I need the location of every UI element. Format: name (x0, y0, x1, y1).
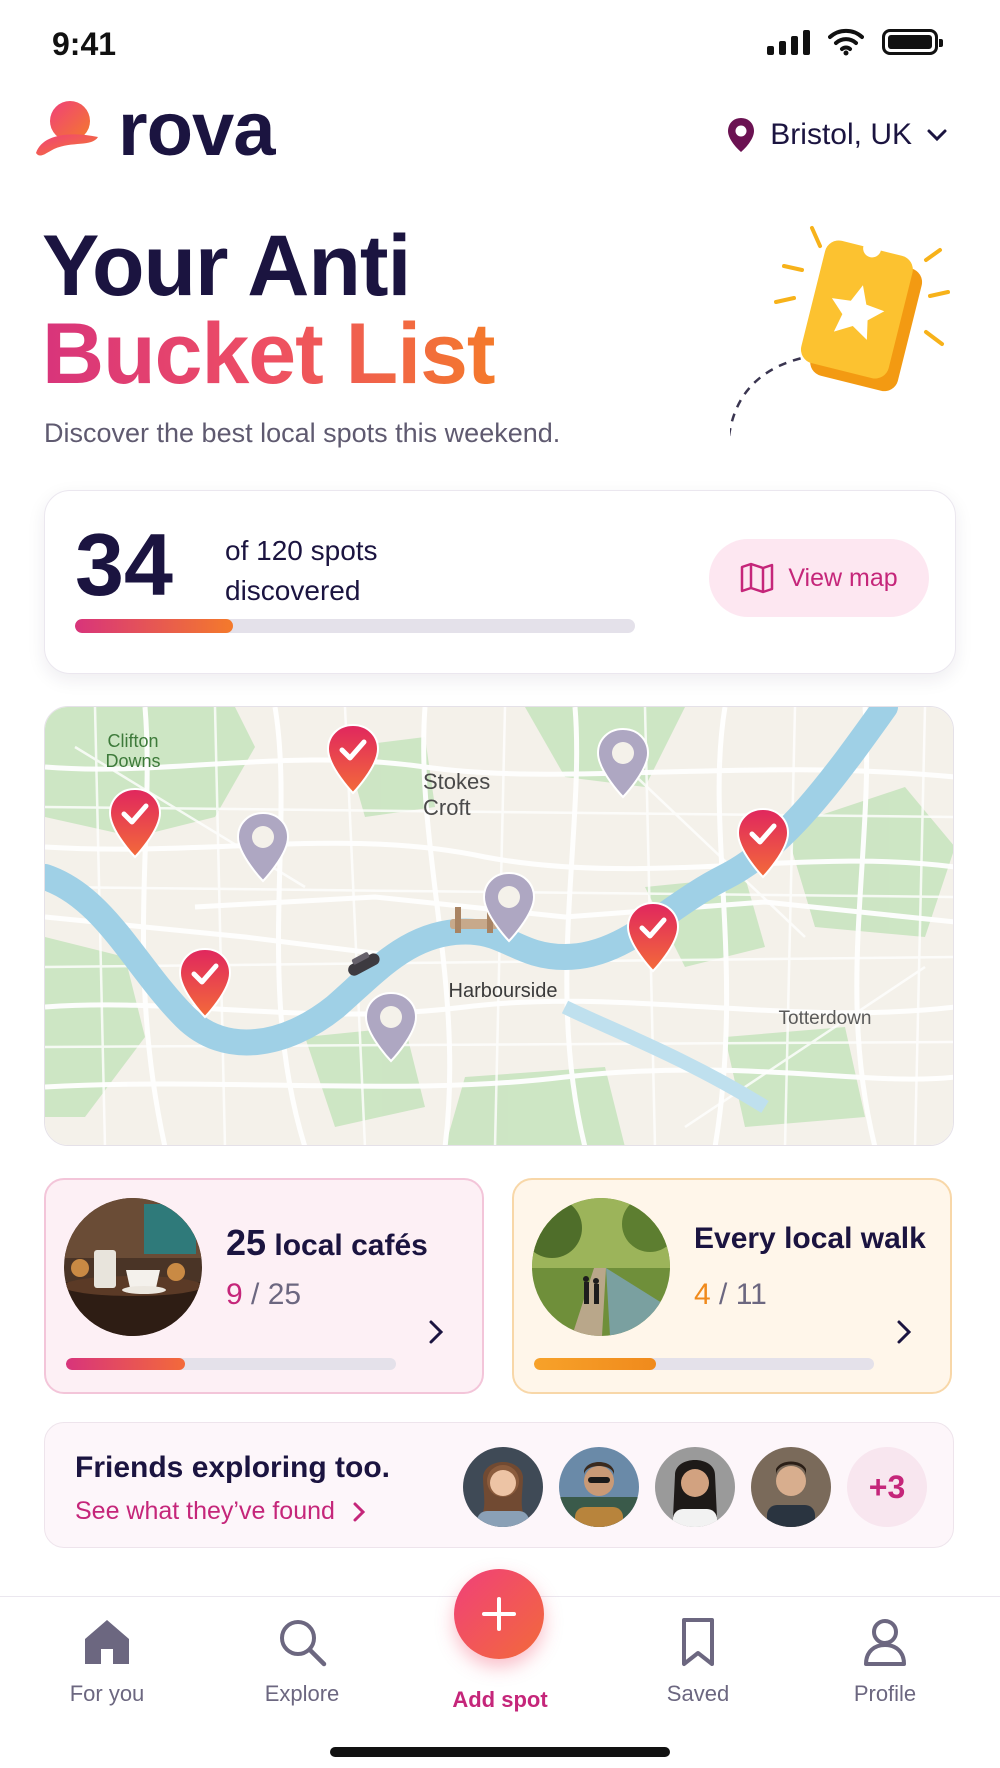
spots-discovered-count: 34 (75, 515, 173, 614)
walks-total: 11 (735, 1278, 767, 1311)
home-indicator (330, 1747, 670, 1757)
nav-explore[interactable]: Explore (227, 1615, 377, 1707)
nav-saved[interactable]: Saved (623, 1615, 773, 1707)
location-label: Bristol, UK (770, 118, 912, 151)
map-icon (741, 562, 774, 594)
chevron-right-icon (429, 1320, 444, 1344)
spots-caption-line1: of 120 spots (225, 535, 378, 566)
plus-icon (482, 1597, 516, 1631)
category-card-walks[interactable]: Every local walk 4 / 11 (512, 1178, 952, 1394)
spots-caption-line2: discovered (225, 575, 361, 606)
visited-map-pin-icon[interactable] (325, 723, 381, 797)
unvisited-map-pin-icon[interactable] (363, 991, 419, 1065)
chevron-right-icon (897, 1320, 912, 1344)
nav-label-profile: Profile (853, 1681, 917, 1706)
location-pin-icon (728, 118, 755, 152)
wifi-icon (828, 28, 864, 56)
ticket-star-illustration (730, 226, 950, 437)
chevron-right-icon (353, 1502, 366, 1521)
cafes-count: 25 (226, 1222, 267, 1263)
friends-link[interactable]: See what they’ve found (75, 1497, 367, 1526)
visited-map-pin-icon[interactable] (735, 807, 791, 881)
nav-label-saved: Saved (666, 1681, 730, 1706)
discovery-progress-bar (75, 619, 635, 633)
cafes-title: 25 local cafés (226, 1222, 428, 1264)
visited-map-pin-icon[interactable] (107, 787, 163, 861)
view-map-label: View map (788, 563, 898, 592)
chevron-down-icon (927, 129, 947, 142)
map-label-clifton-line2: Downs (105, 751, 160, 771)
status-time: 9:41 (52, 26, 117, 62)
friends-link-label: See what they’ve found (75, 1497, 335, 1525)
cafes-done: 9 (226, 1278, 243, 1311)
nav-label-add-spot[interactable]: Add spot (425, 1687, 575, 1713)
nav-for-you[interactable]: For you (32, 1615, 182, 1707)
unvisited-map-pin-icon[interactable] (595, 727, 651, 801)
spots-caption: of 120 spots discovered (225, 531, 425, 611)
add-spot-button[interactable] (454, 1569, 544, 1659)
visited-map-pin-icon[interactable] (625, 901, 681, 975)
map-label-stokes-line2: Croft (423, 795, 471, 820)
brand-name: rova (118, 87, 276, 172)
hero-subtitle: Discover the best local spots this weeke… (44, 418, 561, 448)
nav-label-explore: Explore (264, 1681, 340, 1706)
map-label-clifton-line1: Clifton (107, 731, 158, 751)
friends-title: Friends exploring too. (75, 1451, 391, 1484)
walks-done: 4 (694, 1278, 711, 1311)
cafes-total: 25 (267, 1278, 302, 1311)
spots-map[interactable]: Clifton Downs Stokes Croft Harbourside T… (44, 706, 954, 1146)
avatar[interactable] (559, 1447, 639, 1527)
walks-progress-text: 4 / 11 (694, 1278, 767, 1311)
search-icon (280, 1620, 327, 1667)
walks-title: Every local walk (694, 1222, 926, 1255)
status-bar: 9:41 (0, 0, 1000, 90)
avatar[interactable] (463, 1447, 543, 1527)
cafes-progress-fill (66, 1358, 185, 1370)
view-map-button[interactable]: View map (709, 539, 929, 617)
avatar[interactable] (655, 1447, 735, 1527)
avatar[interactable] (751, 1447, 831, 1527)
unvisited-map-pin-icon[interactable] (481, 871, 537, 945)
hero-title-line2: Bucket List (42, 306, 496, 402)
bottom-nav: For you Explore Add spot Saved Profile (0, 1569, 1000, 1768)
progress-card: 34 of 120 spots discovered View map (44, 490, 956, 674)
cafes-label: local cafés (274, 1229, 428, 1262)
hero-title: Your Anti Bucket List (42, 218, 496, 402)
category-card-cafes[interactable]: 25 local cafés 9 / 25 (44, 1178, 484, 1394)
map-label-harbourside: Harbourside (449, 980, 558, 1002)
more-friends-badge[interactable]: +3 (847, 1447, 927, 1527)
battery-icon (882, 29, 943, 55)
cafes-progress-bar (66, 1358, 396, 1370)
profile-icon (864, 1619, 906, 1666)
bookmark-icon (682, 1618, 714, 1666)
walks-progress-bar (534, 1358, 874, 1370)
visited-map-pin-icon[interactable] (177, 947, 233, 1021)
walk-photo (532, 1198, 670, 1336)
map-label-stokes-line1: Stokes (423, 769, 490, 794)
cafe-photo (64, 1198, 202, 1336)
unvisited-map-pin-icon[interactable] (235, 811, 291, 885)
rova-logo-icon (36, 101, 98, 156)
hero-title-line1: Your Anti (42, 218, 411, 314)
brand-logo[interactable]: rova (32, 87, 276, 172)
walks-progress-fill (534, 1358, 657, 1370)
nav-profile[interactable]: Profile (810, 1615, 960, 1707)
nav-label-for-you: For you (69, 1681, 145, 1706)
map-label-totterdown: Totterdown (779, 1008, 872, 1029)
cellular-signal-icon (767, 29, 810, 55)
home-icon (85, 1620, 129, 1664)
friends-avatars: +3 (463, 1447, 927, 1527)
location-selector[interactable]: Bristol, UK (726, 116, 948, 154)
cafes-progress-text: 9 / 25 (226, 1278, 302, 1311)
discovery-progress-fill (75, 619, 234, 633)
friends-card[interactable]: Friends exploring too. See what they’ve … (44, 1422, 954, 1548)
